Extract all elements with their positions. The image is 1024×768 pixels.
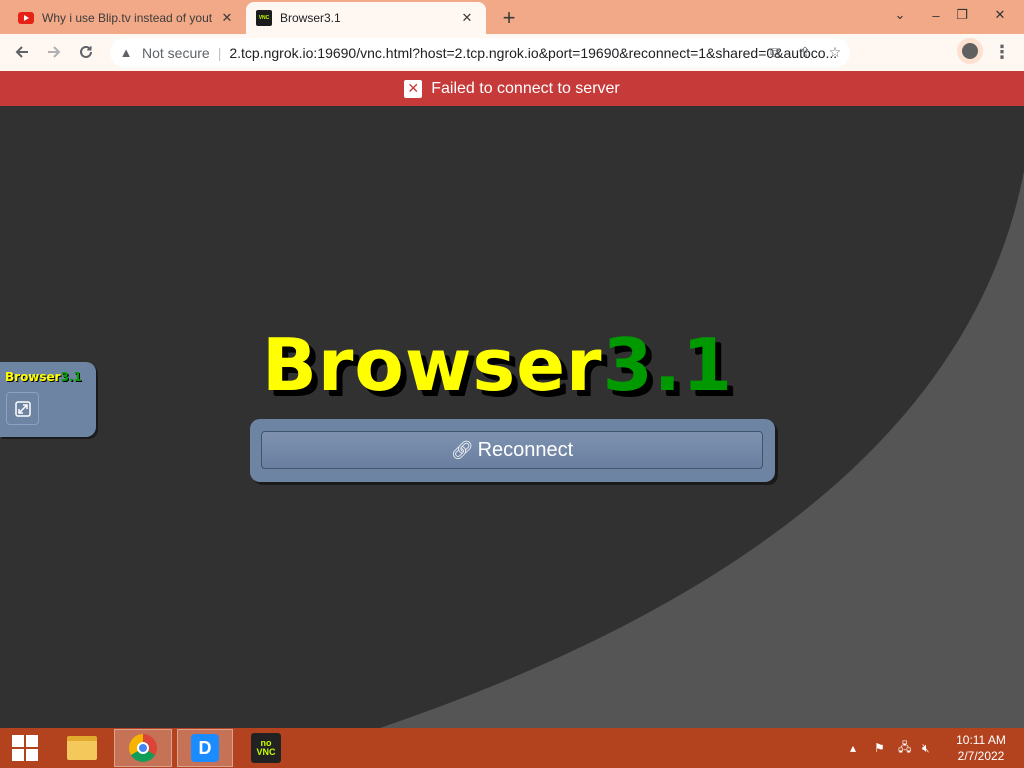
action-center-flag-icon[interactable]: ⚑ (874, 728, 885, 768)
omnibox-actions: ⧉ ⇪ ☆ (760, 38, 850, 67)
profile-avatar[interactable] (957, 38, 983, 64)
vnc-icon: VNC (256, 10, 272, 26)
browser-logo: Browser3.1 (262, 323, 733, 407)
tab-youtube[interactable]: Why i use Blip.tv instead of yout ✕ (8, 2, 246, 34)
reconnect-label: Reconnect (477, 438, 574, 461)
control-logo-main: Browser (5, 370, 61, 384)
warning-icon[interactable]: ▲ (118, 45, 134, 61)
back-arrow-icon[interactable] (6, 36, 38, 68)
d-app-taskbar-button[interactable]: D (177, 729, 233, 767)
close-tab-icon[interactable]: ✕ (218, 9, 236, 27)
link-icon: 🔗︎ (450, 439, 474, 460)
system-clock[interactable]: 10:11 AM 2/7/2022 (950, 732, 1012, 764)
forward-arrow-icon[interactable] (38, 36, 70, 68)
fullscreen-icon (14, 400, 31, 417)
logo-version-text: 3.1 (602, 323, 734, 407)
control-bar: Browser3.1 (0, 362, 96, 437)
start-button[interactable] (8, 729, 42, 767)
youtube-icon (18, 12, 34, 24)
open-in-new-icon[interactable]: ⧉ (760, 44, 790, 61)
divider: | (217, 44, 222, 61)
tab-search-icon[interactable]: ⌄ (884, 0, 916, 30)
folder-icon (67, 736, 97, 760)
restore-button[interactable]: ❐ (946, 0, 978, 30)
d-app-icon: D (191, 734, 219, 762)
reload-icon[interactable] (70, 36, 102, 68)
reconnect-button[interactable]: 🔗︎ Reconnect (261, 431, 763, 469)
vnc-page: ✕ Failed to connect to server Browser3.1… (0, 71, 1024, 728)
chrome-icon (129, 734, 157, 762)
security-label[interactable]: Not secure (142, 45, 210, 61)
bookmark-star-icon[interactable]: ☆ (820, 44, 850, 61)
show-hidden-icons[interactable]: ▴ (850, 728, 856, 768)
share-icon[interactable]: ⇪ (790, 44, 820, 61)
address-bar[interactable]: ▲ Not secure | 2.tcp.ngrok.io:19690/vnc.… (110, 38, 850, 67)
error-message: Failed to connect to server (431, 79, 620, 97)
windows-logo-icon (12, 735, 38, 761)
url-text[interactable]: 2.tcp.ngrok.io:19690/vnc.html?host=2.tcp… (229, 45, 850, 61)
kebab-menu-icon[interactable]: ⋮ (992, 38, 1012, 66)
tab-title: Browser3.1 (280, 11, 341, 25)
error-icon: ✕ (404, 79, 423, 98)
new-tab-button[interactable]: + (496, 5, 522, 31)
control-bar-logo: Browser3.1 (5, 370, 82, 384)
control-logo-version: 3.1 (60, 370, 82, 384)
volume-muted-icon[interactable]: 🔇︎ (922, 728, 930, 768)
close-tab-icon[interactable]: ✕ (458, 9, 476, 27)
windows-taskbar: D no VNC ▴ ⚑ 🖧︎ 🔇︎ 10:11 AM 2/7/2022 (0, 728, 1024, 768)
tab-strip: Why i use Blip.tv instead of yout ✕ VNC … (0, 0, 1024, 34)
clock-date: 2/7/2022 (957, 749, 1005, 763)
person-icon (962, 43, 978, 59)
clock-time: 10:11 AM (956, 733, 1006, 747)
logo-main-text: Browser (262, 323, 603, 407)
error-banner: ✕ Failed to connect to server (0, 71, 1024, 106)
file-explorer-button[interactable] (57, 729, 107, 767)
novnc-taskbar-button[interactable]: no VNC (240, 729, 292, 767)
novnc-icon: no VNC (251, 733, 281, 763)
tab-title: Why i use Blip.tv instead of yout (42, 11, 213, 25)
browser-toolbar: ▲ Not secure | 2.tcp.ngrok.io:19690/vnc.… (0, 34, 1024, 71)
novnc-label-bottom: VNC (256, 747, 276, 757)
chrome-taskbar-button[interactable] (114, 729, 172, 767)
tab-browser31[interactable]: VNC Browser3.1 ✕ (246, 2, 486, 34)
fullscreen-button[interactable] (6, 392, 39, 425)
network-icon[interactable]: 🖧︎ (898, 728, 911, 768)
close-window-button[interactable]: ✕ (984, 0, 1016, 30)
reconnect-panel: 🔗︎ Reconnect (250, 419, 775, 482)
